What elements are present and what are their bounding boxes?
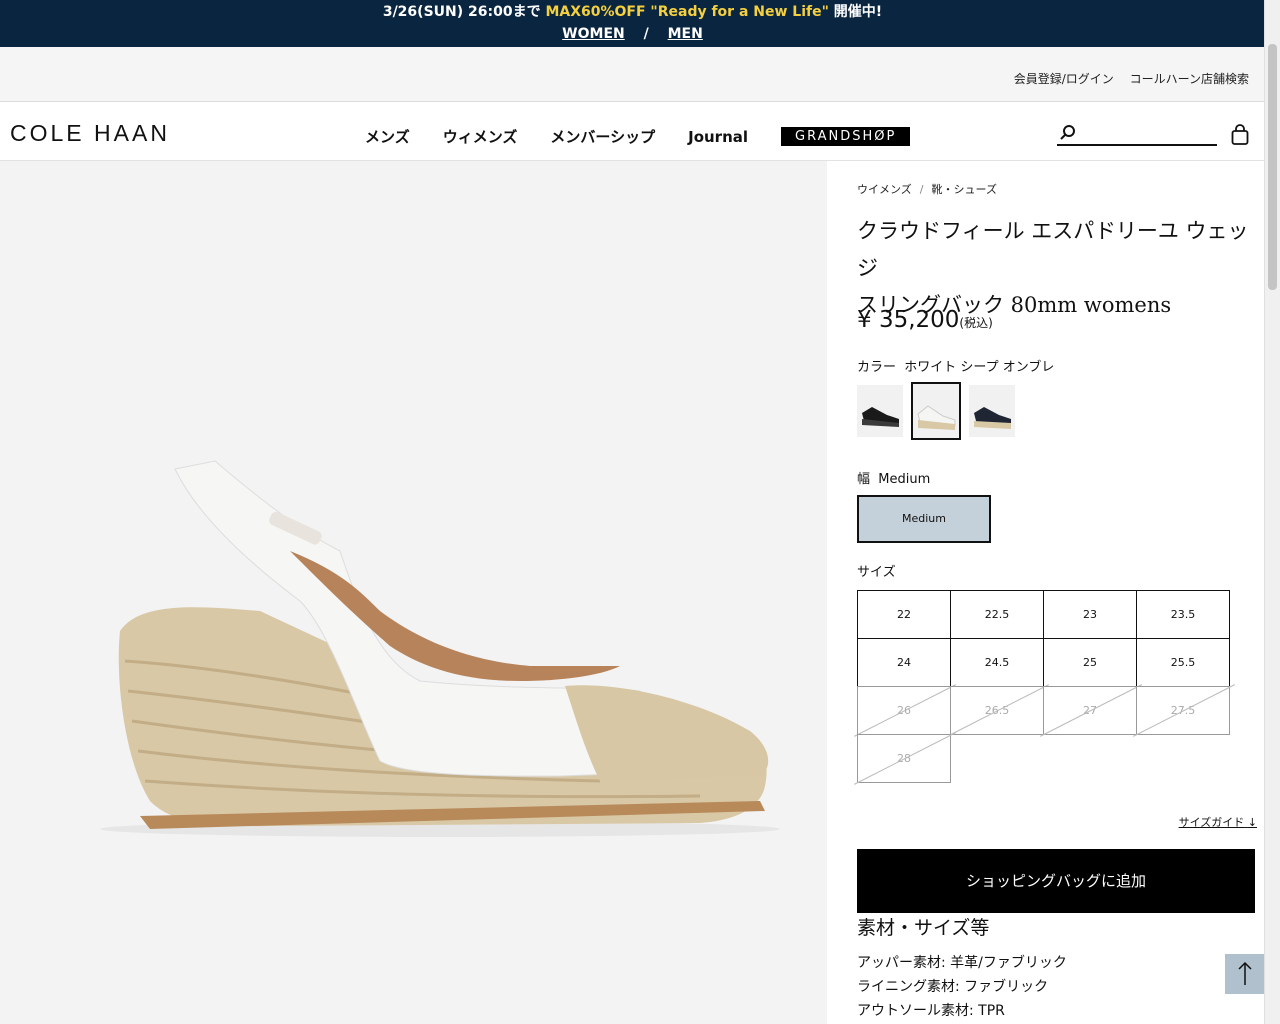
- width-label-text: 幅: [857, 472, 871, 487]
- color-swatches: [857, 382, 1023, 440]
- size-option-unavailable[interactable]: 27: [1043, 686, 1137, 735]
- size-grid: 22 22.5 23 23.5 24 24.5 25 25.5 26 26.5 …: [857, 590, 1234, 783]
- breadcrumb-separator: /: [919, 183, 924, 196]
- swatch-white-sheep-ombre[interactable]: [911, 382, 961, 440]
- color-value: ホワイト シープ オンブレ: [904, 360, 1055, 375]
- color-label: カラー ホワイト シープ オンブレ: [857, 356, 1054, 375]
- size-option-unavailable[interactable]: 28: [857, 734, 951, 783]
- materials-heading: 素材・サイズ等: [857, 917, 990, 939]
- width-value: Medium: [878, 472, 931, 487]
- espadrille-wedge-image: [100, 460, 780, 837]
- promo-text: 3/26(SUN) 26:00まで MAX60%OFF "Ready for a…: [0, 3, 1265, 21]
- size-option[interactable]: 23.5: [1136, 590, 1230, 639]
- promo-highlight: MAX60%OFF "Ready for a New Life": [545, 4, 829, 20]
- material-outsole: アウトソール素材: TPR: [857, 1003, 1005, 1019]
- swatch-black[interactable]: [857, 385, 903, 437]
- product-price: ¥ 35,200(税込): [857, 307, 993, 333]
- size-option-unavailable[interactable]: 26.5: [950, 686, 1044, 735]
- price-tax: (税込): [959, 316, 993, 330]
- search-icon: [1060, 125, 1075, 140]
- store-search-link[interactable]: コールハーン店舗検索: [1130, 72, 1249, 86]
- breadcrumb-shoes[interactable]: 靴・シューズ: [932, 183, 997, 196]
- breadcrumb-womens[interactable]: ウイメンズ: [857, 183, 912, 196]
- register-login-link[interactable]: 会員登録/ログイン: [1014, 72, 1114, 86]
- promo-separator: /: [643, 26, 649, 42]
- size-option[interactable]: 24: [857, 638, 951, 687]
- width-label: 幅 Medium: [857, 468, 930, 487]
- promo-men-link[interactable]: MEN: [668, 26, 703, 42]
- size-option-unavailable[interactable]: 27.5: [1136, 686, 1230, 735]
- size-option[interactable]: 23: [1043, 590, 1137, 639]
- promo-date: 3/26(SUN) 26:00まで: [382, 4, 541, 20]
- promo-women-link[interactable]: WOMEN: [562, 26, 625, 42]
- breadcrumb: ウイメンズ / 靴・シューズ: [857, 181, 997, 197]
- main-nav: メンズ ウィメンズ メンバーシップ Journal GRANDSHØP: [365, 126, 911, 147]
- color-label-text: カラー: [857, 360, 897, 375]
- site-header: COLE HAAN メンズ ウィメンズ メンバーシップ Journal GRAN…: [0, 102, 1265, 161]
- material-lining: ライニング素材: ファブリック: [857, 979, 1049, 995]
- nav-womens[interactable]: ウィメンズ: [443, 126, 518, 147]
- nav-grandshop[interactable]: GRANDSHØP: [781, 127, 911, 146]
- add-to-bag-button[interactable]: ショッピングバッグに追加: [857, 849, 1255, 913]
- size-guide-link[interactable]: サイズガイド ↓: [1179, 814, 1257, 830]
- price-value: ¥ 35,200: [857, 307, 960, 333]
- page-scrollbar[interactable]: [1264, 0, 1280, 1024]
- search-input[interactable]: [1057, 122, 1217, 146]
- scrollbar-thumb[interactable]: [1268, 44, 1277, 290]
- promo-links: WOMEN / MEN: [0, 25, 1265, 43]
- nav-mens[interactable]: メンズ: [365, 126, 410, 147]
- size-option[interactable]: 24.5: [950, 638, 1044, 687]
- nav-journal[interactable]: Journal: [688, 128, 748, 146]
- utility-bar: 会員登録/ログイン コールハーン店舗検索: [0, 47, 1265, 102]
- site-logo[interactable]: COLE HAAN: [10, 120, 170, 147]
- size-label: サイズ: [857, 565, 896, 580]
- width-medium-button[interactable]: Medium: [857, 495, 991, 543]
- size-guide-text: サイズガイド: [1178, 816, 1245, 829]
- product-title-line1: クラウドフィール エスパドリーユ ウェッジ: [857, 219, 1249, 280]
- size-option[interactable]: 22: [857, 590, 951, 639]
- promo-banner: 3/26(SUN) 26:00まで MAX60%OFF "Ready for a…: [0, 0, 1265, 47]
- arrow-up-icon: [1238, 961, 1252, 985]
- material-upper: アッパー素材: 羊革/ファブリック: [857, 955, 1067, 971]
- shopping-bag-icon[interactable]: [1231, 124, 1249, 150]
- swatch-navy[interactable]: [969, 385, 1015, 437]
- size-option[interactable]: 25: [1043, 638, 1137, 687]
- size-option[interactable]: 25.5: [1136, 638, 1230, 687]
- arrow-down-icon: ↓: [1247, 816, 1257, 829]
- size-option-unavailable[interactable]: 26: [857, 686, 951, 735]
- back-to-top-button[interactable]: [1225, 954, 1265, 994]
- product-image[interactable]: [0, 161, 827, 1024]
- nav-membership[interactable]: メンバーシップ: [550, 126, 655, 147]
- size-option[interactable]: 22.5: [950, 590, 1044, 639]
- materials-list: アッパー素材: 羊革/ファブリック ライニング素材: ファブリック アウトソール…: [857, 951, 1067, 1023]
- promo-suffix: 開催中!: [833, 4, 883, 20]
